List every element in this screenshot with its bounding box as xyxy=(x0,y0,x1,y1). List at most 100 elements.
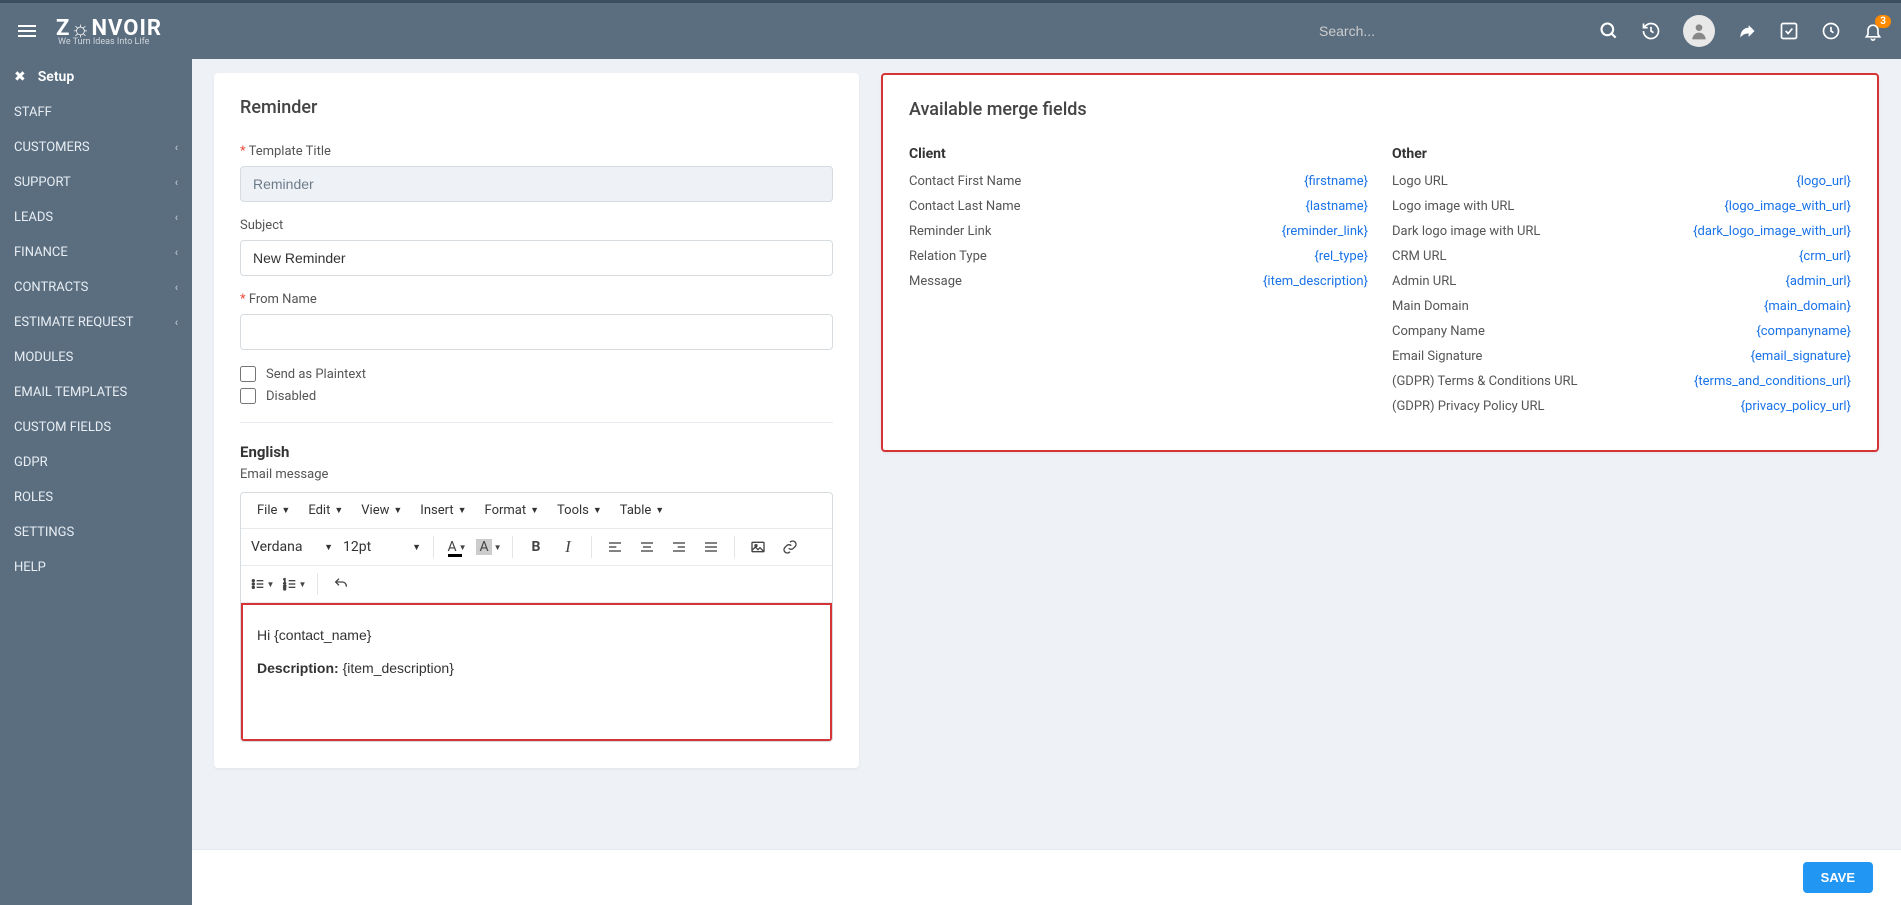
font-color-button[interactable]: A▼ xyxy=(442,533,472,561)
share-icon[interactable] xyxy=(1737,21,1757,41)
check-icon[interactable] xyxy=(1779,21,1799,41)
sidebar-item-label: GDPR xyxy=(14,455,48,470)
sidebar-item-label: ESTIMATE REQUEST xyxy=(14,315,134,330)
template-title-input[interactable] xyxy=(240,166,833,202)
editor-menu-tools[interactable]: Tools▼ xyxy=(549,499,610,522)
sidebar-item-support[interactable]: SUPPORT‹ xyxy=(0,165,192,200)
merge-field-name: Main Domain xyxy=(1392,299,1469,314)
merge-field-row: Logo image with URL{logo_image_with_url} xyxy=(1392,199,1851,214)
merge-field-token[interactable]: {companyname} xyxy=(1756,324,1851,339)
editor-line: Hi {contact_name} xyxy=(257,623,816,648)
merge-field-token[interactable]: {firstname} xyxy=(1304,174,1368,189)
merge-field-name: Message xyxy=(909,274,962,289)
merge-field-token[interactable]: {lastname} xyxy=(1305,199,1368,214)
merge-field-token[interactable]: {main_domain} xyxy=(1764,299,1851,314)
editor-menu-view[interactable]: View▼ xyxy=(353,499,410,522)
merge-field-token[interactable]: {terms_and_conditions_url} xyxy=(1694,374,1851,389)
merge-field-name: (GDPR) Terms & Conditions URL xyxy=(1392,374,1578,389)
link-button[interactable] xyxy=(775,533,805,561)
merge-field-row: Company Name {companyname} xyxy=(1392,324,1851,339)
rich-text-editor: File▼Edit▼View▼Insert▼Format▼Tools▼Table… xyxy=(240,492,833,742)
email-message-label: Email message xyxy=(240,467,833,482)
sidebar-item-custom-fields[interactable]: CUSTOM FIELDS xyxy=(0,410,192,445)
merge-other-heading: Other xyxy=(1392,146,1851,162)
sidebar-item-roles[interactable]: ROLES xyxy=(0,480,192,515)
language-heading: English xyxy=(240,443,833,461)
merge-field-name: Contact First Name xyxy=(909,174,1021,189)
merge-field-token[interactable]: {admin_url} xyxy=(1785,274,1851,289)
editor-menu-insert[interactable]: Insert▼ xyxy=(412,499,474,522)
italic-button[interactable]: I xyxy=(553,533,583,561)
align-justify-button[interactable] xyxy=(696,533,726,561)
save-button[interactable]: SAVE xyxy=(1803,862,1873,893)
font-family-select[interactable]: Verdana▼ xyxy=(247,539,337,555)
sidebar-item-label: SETTINGS xyxy=(14,525,74,540)
editor-menu-table[interactable]: Table▼ xyxy=(612,499,672,522)
merge-field-row: Dark logo image with URL{dark_logo_image… xyxy=(1392,224,1851,239)
merge-field-row: Contact First Name {firstname} xyxy=(909,174,1368,189)
align-center-button[interactable] xyxy=(632,533,662,561)
sidebar-item-label: LEADS xyxy=(14,210,53,225)
search-icon[interactable] xyxy=(1599,21,1619,41)
font-size-select[interactable]: 12pt▼ xyxy=(339,539,425,555)
sidebar-item-contracts[interactable]: CONTRACTS‹ xyxy=(0,270,192,305)
merge-field-token[interactable]: {crm_url} xyxy=(1799,249,1851,264)
sidebar-item-leads[interactable]: LEADS‹ xyxy=(0,200,192,235)
sidebar-item-estimate-request[interactable]: ESTIMATE REQUEST‹ xyxy=(0,305,192,340)
align-right-button[interactable] xyxy=(664,533,694,561)
subject-input[interactable] xyxy=(240,240,833,276)
align-left-button[interactable] xyxy=(600,533,630,561)
brand-logo[interactable]: Z☼NVOIR We Turn Ideas Into Life xyxy=(56,15,162,47)
from-name-input[interactable] xyxy=(240,314,833,350)
bell-icon[interactable]: 3 xyxy=(1863,21,1883,41)
chevron-left-icon: ‹ xyxy=(175,141,178,154)
editor-menu-edit[interactable]: Edit▼ xyxy=(300,499,351,522)
merge-field-token[interactable]: {item_description} xyxy=(1263,274,1368,289)
chevron-left-icon: ‹ xyxy=(175,281,178,294)
menu-toggle-icon[interactable] xyxy=(18,22,36,40)
editor-line: Description: {item_description} xyxy=(257,656,816,681)
image-button[interactable] xyxy=(743,533,773,561)
bullet-list-button[interactable]: ▼ xyxy=(247,570,277,598)
merge-field-row: (GDPR) Privacy Policy URL {privacy_policy… xyxy=(1392,399,1851,414)
sidebar-item-customers[interactable]: CUSTOMERS‹ xyxy=(0,130,192,165)
sidebar-item-settings[interactable]: SETTINGS xyxy=(0,515,192,550)
disabled-checkbox[interactable] xyxy=(240,388,256,404)
history-icon[interactable] xyxy=(1641,21,1661,41)
sidebar-item-help[interactable]: HELP xyxy=(0,550,192,585)
close-setup-icon[interactable]: ✖ xyxy=(14,69,26,85)
sidebar-item-label: ROLES xyxy=(14,490,53,505)
sidebar-item-email-templates[interactable]: EMAIL TEMPLATES xyxy=(0,375,192,410)
merge-field-row: Reminder Link {reminder_link} xyxy=(909,224,1368,239)
sidebar-item-finance[interactable]: FINANCE‹ xyxy=(0,235,192,270)
merge-panel-title: Available merge fields xyxy=(909,99,1851,120)
editor-body[interactable]: Hi {contact_name} Description: {item_des… xyxy=(241,603,832,741)
merge-field-token[interactable]: {privacy_policy_url} xyxy=(1741,399,1851,414)
sidebar-item-gdpr[interactable]: GDPR xyxy=(0,445,192,480)
numbered-list-button[interactable]: 123▼ xyxy=(279,570,309,598)
send-plaintext-checkbox[interactable] xyxy=(240,366,256,382)
subject-label: Subject xyxy=(240,218,833,233)
sidebar-item-staff[interactable]: STAFF xyxy=(0,95,192,130)
reminder-form-panel: Reminder Template Title Subject From Nam… xyxy=(214,73,859,768)
search-input[interactable] xyxy=(1319,23,1579,39)
merge-field-token[interactable]: {reminder_link} xyxy=(1282,224,1368,239)
merge-field-token[interactable]: {rel_type} xyxy=(1314,249,1368,264)
merge-field-token[interactable]: {email_signature} xyxy=(1751,349,1851,364)
sidebar-item-modules[interactable]: MODULES xyxy=(0,340,192,375)
bg-color-button[interactable]: A▼ xyxy=(474,533,504,561)
merge-field-token[interactable]: {logo_url} xyxy=(1796,174,1851,189)
editor-menu-format[interactable]: Format▼ xyxy=(477,499,548,522)
merge-field-name: Company Name xyxy=(1392,324,1485,339)
avatar[interactable] xyxy=(1683,15,1715,47)
merge-field-token[interactable]: {dark_logo_image_with_url} xyxy=(1693,224,1851,239)
bold-button[interactable]: B xyxy=(521,533,551,561)
merge-field-row: Message {item_description} xyxy=(909,274,1368,289)
undo-button[interactable] xyxy=(326,570,356,598)
editor-menu-file[interactable]: File▼ xyxy=(249,499,298,522)
merge-field-token[interactable]: {logo_image_with_url} xyxy=(1724,199,1851,214)
clock-icon[interactable] xyxy=(1821,21,1841,41)
merge-field-name: (GDPR) Privacy Policy URL xyxy=(1392,399,1545,414)
merge-field-row: Admin URL{admin_url} xyxy=(1392,274,1851,289)
merge-field-name: Reminder Link xyxy=(909,224,991,239)
